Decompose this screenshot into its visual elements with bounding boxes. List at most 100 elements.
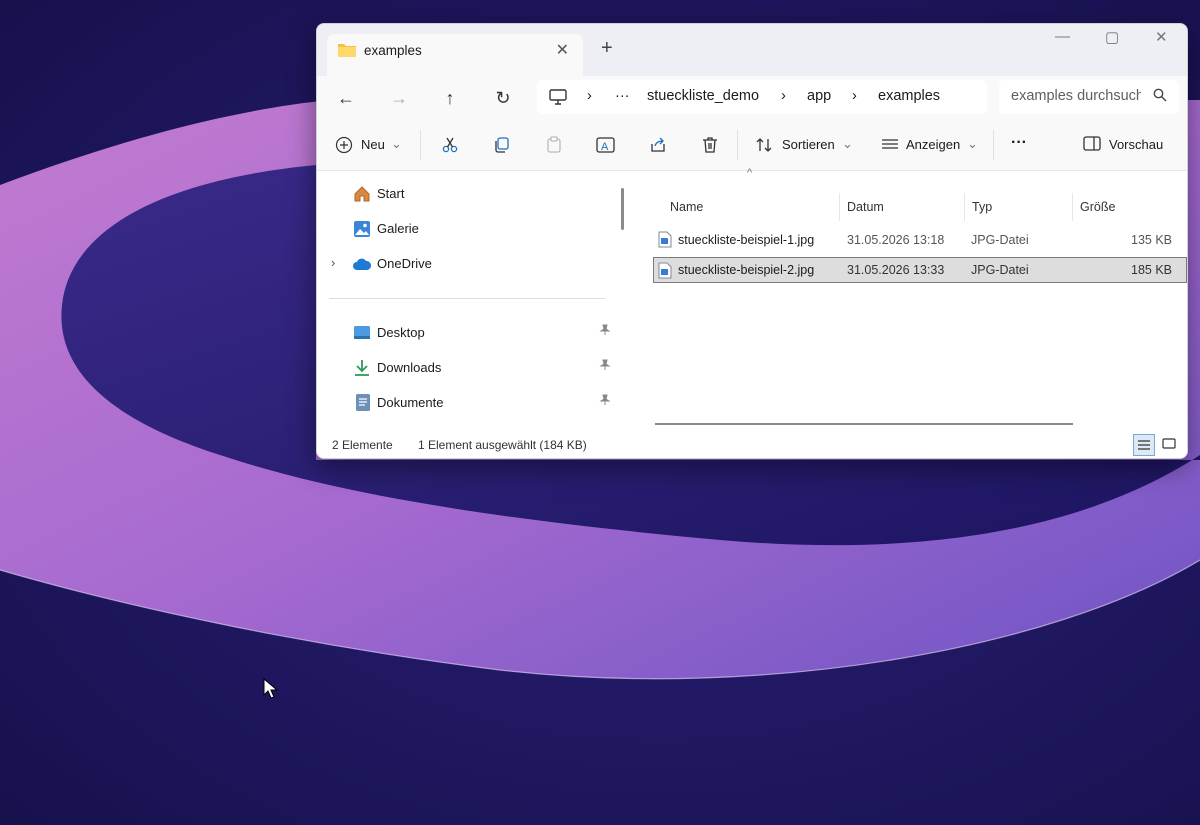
download-icon — [355, 360, 369, 376]
search-box[interactable]: examples durchsuchen — [999, 80, 1179, 114]
sort-icon — [756, 138, 772, 152]
sidebar-item-desktop[interactable]: Desktop — [353, 320, 613, 346]
plus-circle-icon — [335, 136, 353, 154]
tiles-view-icon — [1162, 438, 1176, 449]
chevron-down-icon: ⌄ — [967, 136, 978, 151]
file-type: JPG-Datei — [971, 263, 1029, 277]
horizontal-scrollbar[interactable] — [655, 423, 1073, 425]
item-count: 2 Elemente — [332, 438, 393, 452]
column-divider[interactable] — [964, 193, 965, 221]
sort-arrow-icon: ^ — [747, 167, 753, 179]
sidebar-item-documents[interactable]: Dokumente — [353, 390, 613, 416]
image-file-icon — [658, 231, 672, 248]
chevron-right-icon[interactable]: › — [331, 255, 335, 270]
search-placeholder: examples durchsuchen — [1011, 88, 1141, 104]
delete-button[interactable] — [697, 132, 723, 158]
chevron-down-icon: ⌄ — [391, 136, 402, 151]
tab-label: examples — [364, 43, 422, 58]
copy-icon — [495, 137, 509, 153]
file-row-selected[interactable]: stueckliste-beispiel-2.jpg 31.05.2026 13… — [653, 257, 1187, 283]
cut-button[interactable] — [437, 132, 463, 158]
breadcrumb-examples[interactable]: examples — [878, 88, 940, 104]
view-label: Anzeigen — [906, 137, 961, 152]
column-header-size[interactable]: Größe — [1080, 200, 1115, 214]
new-label: Neu — [361, 137, 385, 152]
refresh-button[interactable]: ↻ — [489, 84, 517, 112]
file-size: 185 KB — [1131, 263, 1173, 277]
new-button[interactable]: Neu ⌄ — [333, 132, 405, 158]
forward-button[interactable]: → — [385, 84, 413, 112]
sidebar-item-downloads[interactable]: Downloads — [353, 355, 613, 381]
breadcrumb-stueckliste-demo[interactable]: stueckliste_demo — [647, 88, 759, 104]
chevron-icon: › — [852, 88, 857, 104]
sidebar-divider — [329, 298, 605, 299]
view-button[interactable]: Anzeigen ⌄ — [879, 132, 979, 158]
chevron-down-icon: ⌄ — [842, 136, 853, 151]
file-date: 31.05.2026 13:18 — [847, 233, 945, 247]
file-name: stueckliste-beispiel-1.jpg — [678, 233, 815, 247]
minimize-icon[interactable]: — — [1055, 28, 1070, 45]
file-date: 31.05.2026 13:33 — [847, 263, 945, 277]
documents-icon — [356, 394, 370, 411]
navigation-pane: Start Galerie › OneDrive Desktop Downloa… — [317, 171, 617, 431]
more-options-button[interactable]: ··· — [1009, 132, 1035, 158]
column-header-name[interactable]: Name — [670, 200, 703, 214]
sidebar-scrollbar[interactable] — [621, 188, 624, 230]
preview-label: Vorschau — [1109, 137, 1164, 152]
copy-button[interactable] — [489, 132, 515, 158]
sidebar-item-label: Dokumente — [377, 395, 444, 410]
home-icon — [354, 186, 370, 202]
sidebar-item-label: OneDrive — [377, 256, 432, 271]
details-view-icon — [1138, 440, 1150, 450]
pin-icon — [599, 394, 611, 409]
cloud-icon — [353, 258, 372, 270]
status-bar: 2 Elemente 1 Element ausgewählt (184 KB) — [317, 431, 1187, 458]
file-explorer-window: examples ✕ + — ▢ ✕ ← → ↑ ↻ › ··· stueckl… — [316, 23, 1188, 459]
rename-icon: A — [596, 137, 615, 153]
rename-button[interactable]: A — [593, 132, 619, 158]
image-file-icon — [658, 262, 672, 279]
close-icon[interactable]: ✕ — [1155, 28, 1168, 46]
divider — [993, 130, 994, 160]
sidebar-item-start[interactable]: Start — [353, 181, 613, 207]
sidebar-item-label: Desktop — [377, 325, 425, 340]
column-divider[interactable] — [839, 193, 840, 221]
sidebar-item-label: Start — [377, 186, 405, 201]
divider — [737, 130, 738, 160]
back-button[interactable]: ← — [332, 84, 360, 112]
tiles-view-button[interactable] — [1159, 434, 1181, 456]
up-button[interactable]: ↑ — [436, 84, 464, 112]
sort-label: Sortieren — [782, 137, 835, 152]
file-row[interactable]: stueckliste-beispiel-1.jpg 31.05.2026 13… — [653, 227, 1187, 253]
preview-button[interactable]: Vorschau — [1081, 132, 1177, 158]
trash-icon — [703, 137, 717, 153]
sidebar-item-gallery[interactable]: Galerie — [353, 216, 613, 242]
search-icon — [1153, 88, 1167, 102]
column-header-type[interactable]: Typ — [972, 200, 992, 214]
command-bar: Neu ⌄ A Sortieren ⌄ Anzeigen ⌄ ··· Vorsc… — [317, 120, 1187, 171]
column-divider[interactable] — [1072, 193, 1073, 221]
preview-pane-icon — [1083, 136, 1101, 151]
breadcrumb-app[interactable]: app — [807, 88, 831, 104]
svg-text:A: A — [601, 141, 609, 153]
tab-examples[interactable]: examples ✕ — [327, 34, 583, 76]
selection-info: 1 Element ausgewählt (184 KB) — [418, 438, 587, 452]
sidebar-item-onedrive[interactable]: › OneDrive — [331, 251, 613, 277]
share-button[interactable] — [645, 132, 671, 158]
sidebar-item-label: Galerie — [377, 221, 419, 236]
folder-icon — [338, 44, 356, 57]
new-tab-button[interactable]: + — [601, 37, 613, 60]
column-header-date[interactable]: Datum — [847, 200, 884, 214]
maximize-icon[interactable]: ▢ — [1105, 28, 1119, 46]
close-tab-icon[interactable]: ✕ — [556, 40, 569, 60]
paste-button[interactable] — [541, 132, 567, 158]
share-icon — [651, 137, 665, 152]
sort-button[interactable]: Sortieren ⌄ — [753, 132, 853, 158]
details-view-button[interactable] — [1133, 434, 1155, 456]
address-bar[interactable]: › ··· stueckliste_demo › app › examples — [537, 80, 987, 114]
breadcrumb-overflow[interactable]: ··· — [615, 88, 630, 104]
more-icon: ··· — [1011, 134, 1027, 151]
computer-icon — [549, 89, 567, 105]
clipboard-icon — [547, 136, 561, 153]
file-name: stueckliste-beispiel-2.jpg — [678, 263, 815, 277]
